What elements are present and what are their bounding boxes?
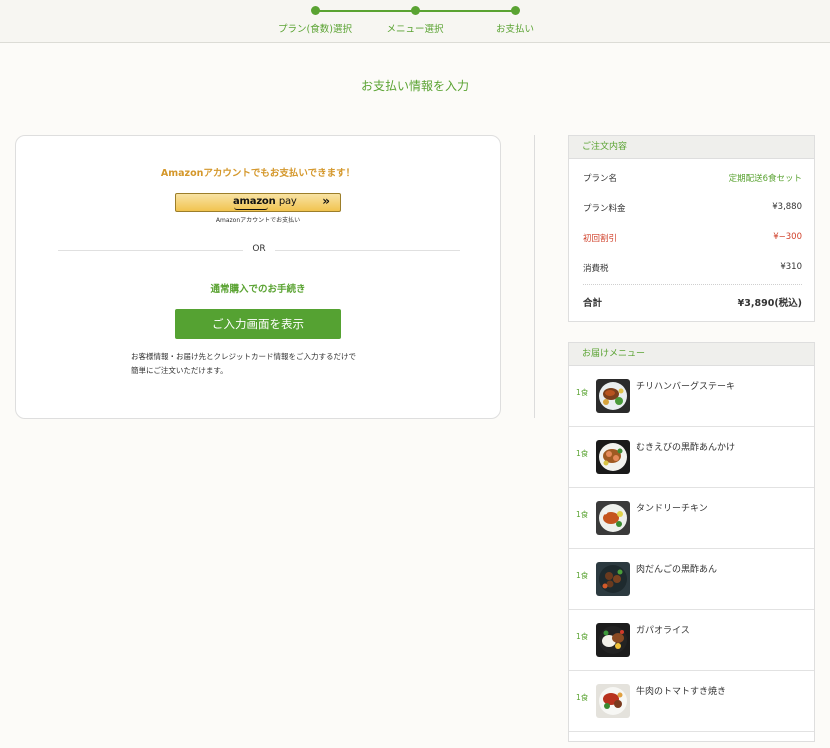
order-row-value: ¥310 [780, 262, 802, 272]
dish-photo-icon [596, 501, 630, 535]
order-row-total: 合計 ¥3,890(税込) [583, 295, 802, 309]
step-dot-payment [511, 6, 520, 15]
order-total-value: ¥3,890(税込) [737, 298, 802, 309]
dish-photo-icon [596, 623, 630, 657]
order-row-label: プラン名 [583, 174, 618, 184]
menu-item-name: ガパオライス [636, 626, 690, 636]
menu-item-qty: 1食 [576, 571, 589, 580]
or-label: OR [252, 244, 266, 254]
delivery-menu-panel: お届けメニュー 1食 チリハンバーグステーキ 1食 むきえびの黒酢あんかけ 1食… [568, 342, 815, 742]
step-label-payment: お支払い [495, 24, 535, 35]
step-dot-menu [411, 6, 420, 15]
list-item: 1食 ガパオライス [569, 610, 814, 671]
menu-item-qty: 1食 [576, 388, 589, 397]
checkout-description-line2: 簡単にご注文いただけます。 [131, 366, 228, 375]
normal-checkout-label: 通常購入でのお手続き [210, 284, 306, 295]
order-summary-panel: ご注文内容 プラン名 定期配送6食セット プラン料金 ¥3,880 初回割引 ¥… [568, 135, 815, 322]
or-divider: OR [58, 244, 460, 258]
menu-item-name: 牛肉のトマトすき焼き [636, 687, 727, 697]
list-item: 1食 牛肉のトマトすき焼き [569, 671, 814, 732]
step-label-menu[interactable]: メニュー選択 [386, 21, 443, 35]
list-item: 1食 チリハンバーグステーキ [569, 366, 814, 427]
order-row-label: プラン料金 [583, 204, 626, 214]
dish-photo-icon [596, 684, 630, 718]
order-summary-title: ご注文内容 [569, 136, 814, 159]
amazon-pay-caption: Amazonアカウントでお支払い [215, 217, 301, 224]
list-item: 1食 むきえびの黒酢あんかけ [569, 427, 814, 488]
order-row-value: ¥−300 [773, 232, 802, 242]
column-divider [534, 135, 535, 418]
page-title: お支払い情報を入力 [360, 79, 469, 93]
order-total-label: 合計 [583, 298, 603, 309]
order-row-plan-name: プラン名 定期配送6食セット [583, 172, 802, 184]
amazon-smile-icon [234, 207, 268, 210]
amazon-pay-notice: Amazonアカウントでもお支払いできます！ [160, 168, 356, 179]
list-item: 1食 肉だんごの黒酢あん [569, 549, 814, 610]
order-row-label: 初回割引 [583, 234, 618, 244]
menu-item-name: 肉だんごの黒酢あん [636, 565, 718, 575]
list-item: 1食 タンドリーチキン [569, 488, 814, 549]
dish-photo-icon [596, 562, 630, 596]
checkout-description-line1: お客様情報・お届け先とクレジットカード情報をご入力するだけで [131, 352, 356, 361]
step-label-plan[interactable]: プラン(食数)選択 [278, 21, 352, 35]
menu-item-name: タンドリーチキン [636, 504, 708, 514]
dish-photo-icon [596, 440, 630, 474]
order-row-value: 定期配送6食セット [728, 174, 802, 184]
menu-item-qty: 1食 [576, 510, 589, 519]
amazon-pay-button[interactable]: amazon pay » [175, 193, 341, 212]
amazon-pay-logo: amazon pay [233, 196, 297, 207]
menu-item-qty: 1食 [576, 632, 589, 641]
delivery-menu-title: お届けメニュー [569, 343, 814, 366]
order-total-separator [583, 284, 802, 285]
checkout-description: お客様情報・お届け先とクレジットカード情報をご入力するだけで 簡単にご注文いただ… [131, 350, 401, 378]
dish-photo-icon [596, 379, 630, 413]
menu-item-name: チリハンバーグステーキ [636, 382, 736, 392]
order-row-first-discount: 初回割引 ¥−300 [583, 232, 802, 244]
order-row-tax: 消費税 ¥310 [583, 262, 802, 274]
double-chevron-right-icon: » [322, 194, 330, 208]
order-row-label: 消費税 [583, 264, 609, 274]
show-input-form-button[interactable]: ご入力画面を表示 [175, 309, 341, 339]
order-row-value: ¥3,880 [772, 202, 802, 212]
payment-card: Amazonアカウントでもお支払いできます！ amazon pay » Amaz… [15, 135, 501, 419]
menu-item-qty: 1食 [576, 449, 589, 458]
menu-item-qty: 1食 [576, 693, 589, 702]
order-row-plan-price: プラン料金 ¥3,880 [583, 202, 802, 214]
menu-item-name: むきえびの黒酢あんかけ [636, 443, 736, 453]
progress-stepper: プラン(食数)選択 メニュー選択 お支払い [0, 0, 830, 43]
step-dot-plan [311, 6, 320, 15]
